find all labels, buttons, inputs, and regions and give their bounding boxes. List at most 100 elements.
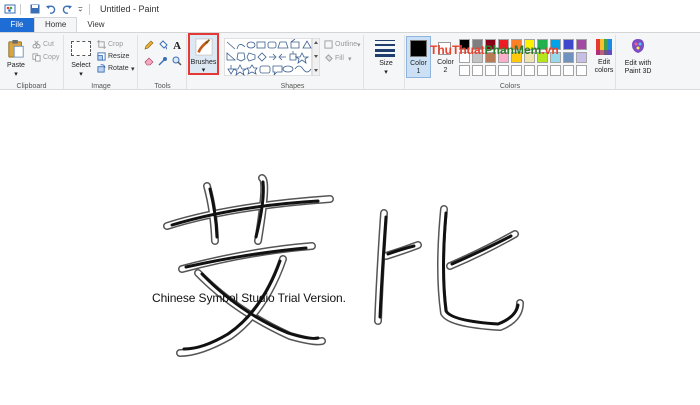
chevron-down-icon: ▾ bbox=[131, 66, 135, 73]
image-group-label: Image bbox=[91, 83, 111, 90]
palette-swatch[interactable] bbox=[563, 39, 574, 50]
tools-group-label: Tools bbox=[154, 83, 171, 90]
color2-label: Color bbox=[437, 59, 454, 66]
select-button[interactable]: Select ▾ bbox=[68, 37, 94, 78]
clipboard-group-label: Clipboard bbox=[16, 83, 47, 90]
shapes-gallery[interactable] bbox=[224, 38, 312, 76]
custom-color-well[interactable] bbox=[550, 65, 561, 76]
brand-part3: .vn bbox=[541, 43, 559, 57]
color1-label: Color bbox=[410, 60, 427, 67]
resize-button[interactable]: Resize bbox=[108, 53, 129, 60]
separator bbox=[89, 3, 90, 15]
shapes-gallery-icons bbox=[226, 39, 312, 76]
separator bbox=[20, 3, 21, 15]
paste-label: Paste bbox=[7, 62, 25, 69]
custom-color-wells bbox=[459, 65, 595, 77]
chevron-down-icon: ▾ bbox=[348, 56, 352, 63]
custom-color-well[interactable] bbox=[537, 65, 548, 76]
edit-with-paint3d-button[interactable]: Edit with Paint 3D bbox=[620, 36, 656, 76]
text-tool-icon[interactable]: A bbox=[172, 39, 183, 50]
size-label: Size bbox=[379, 60, 393, 67]
color1-swatch bbox=[410, 40, 427, 57]
palette-swatch[interactable] bbox=[563, 52, 574, 63]
undo-icon[interactable] bbox=[45, 3, 57, 15]
custom-color-well[interactable] bbox=[576, 65, 587, 76]
trial-watermark-text: Chinese Symbol Studio Trial Version. bbox=[152, 291, 346, 305]
redo-icon[interactable] bbox=[61, 3, 73, 15]
ribbon-tabs: File Home View bbox=[0, 17, 700, 32]
palette-swatch[interactable] bbox=[576, 39, 587, 50]
pencil-icon[interactable] bbox=[144, 40, 154, 50]
paint3d-line1: Edit with bbox=[624, 60, 652, 67]
custom-color-well[interactable] bbox=[563, 65, 574, 76]
shapes-group: Outline ▾ Fill ▾ Shapes bbox=[222, 35, 364, 90]
tab-home[interactable]: Home bbox=[34, 17, 78, 32]
color1-number: 1 bbox=[416, 68, 421, 75]
site-watermark: ThuThuatPhanMem.vn bbox=[430, 43, 559, 57]
brand-part1: ThuThuat bbox=[430, 43, 485, 57]
copy-button[interactable]: Copy bbox=[43, 54, 59, 61]
paste-icon bbox=[8, 40, 24, 58]
image-group: Select ▾ Crop Resize Rotate ▾ Image bbox=[65, 35, 138, 90]
select-rect-icon bbox=[71, 41, 91, 56]
select-label: Select bbox=[71, 62, 91, 69]
custom-color-well[interactable] bbox=[498, 65, 509, 76]
title-bar: Untitled - Paint bbox=[0, 0, 700, 18]
crop-icon[interactable] bbox=[97, 40, 106, 49]
custom-color-well[interactable] bbox=[511, 65, 522, 76]
chevron-down-icon: ▾ bbox=[357, 42, 361, 49]
scroll-arrows-icon[interactable] bbox=[312, 38, 320, 76]
fill-icon[interactable] bbox=[324, 54, 333, 63]
edit-colors-button[interactable]: Edit colors bbox=[591, 36, 617, 78]
color-wheel-icon bbox=[596, 39, 612, 55]
custom-color-well[interactable] bbox=[524, 65, 535, 76]
crop-button[interactable]: Crop bbox=[108, 41, 123, 48]
cut-button[interactable]: Cut bbox=[43, 41, 54, 48]
paste-button[interactable]: Paste ▾ bbox=[4, 37, 28, 78]
window-title: Untitled - Paint bbox=[100, 4, 160, 14]
palette-swatch[interactable] bbox=[576, 52, 587, 63]
drawing-canvas[interactable]: Chinese Symbol Studio Trial Version. bbox=[0, 91, 700, 405]
size-button[interactable]: Size ▾ bbox=[369, 35, 403, 76]
outline-icon[interactable] bbox=[324, 40, 333, 49]
cut-icon[interactable] bbox=[32, 40, 41, 49]
line-size-icon bbox=[375, 40, 395, 57]
paint3d-icon bbox=[632, 39, 644, 53]
chevron-down-icon: ▾ bbox=[14, 71, 18, 78]
shapes-group-label: Shapes bbox=[280, 83, 305, 90]
fill-bucket-icon[interactable] bbox=[158, 40, 168, 50]
tools-group: A Tools bbox=[139, 35, 187, 90]
save-icon[interactable] bbox=[29, 3, 41, 15]
chinese-characters-drawing bbox=[163, 174, 524, 357]
ribbon: Paste ▾ Cut Copy Clipboard Select ▾ Crop… bbox=[0, 32, 700, 90]
brush-icon bbox=[195, 38, 213, 56]
chevron-down-icon: ▾ bbox=[201, 67, 206, 74]
color-picker-icon[interactable] bbox=[158, 56, 168, 66]
paint-app-icon bbox=[4, 4, 16, 14]
rotate-icon[interactable] bbox=[97, 64, 106, 73]
eraser-icon[interactable] bbox=[144, 56, 154, 66]
copy-icon[interactable] bbox=[32, 53, 41, 62]
chevron-down-icon: ▾ bbox=[384, 69, 388, 76]
custom-color-well[interactable] bbox=[472, 65, 483, 76]
custom-color-well[interactable] bbox=[459, 65, 470, 76]
tab-view[interactable]: View bbox=[77, 18, 114, 32]
brushes-label: Brushes bbox=[190, 59, 217, 66]
chevron-down-icon: ▾ bbox=[79, 71, 83, 78]
rotate-button[interactable]: Rotate bbox=[108, 65, 129, 72]
outline-button[interactable]: Outline bbox=[335, 41, 357, 48]
brand-part2: PhanMem bbox=[484, 43, 542, 57]
magnifier-icon[interactable] bbox=[172, 56, 182, 66]
paint3d-line2: Paint 3D bbox=[624, 68, 652, 75]
custom-color-well[interactable] bbox=[485, 65, 496, 76]
edit-colors-line2: colors bbox=[594, 67, 614, 74]
svg-text:A: A bbox=[173, 40, 181, 50]
colors-group-label: Colors bbox=[499, 83, 521, 90]
brushes-button[interactable]: Brushes ▾ bbox=[188, 33, 219, 75]
color1-button[interactable]: Color 1 bbox=[406, 36, 431, 78]
tab-file[interactable]: File bbox=[0, 18, 34, 32]
resize-icon[interactable] bbox=[97, 52, 106, 61]
customize-toolbar-icon[interactable] bbox=[77, 3, 85, 15]
clipboard-group: Paste ▾ Cut Copy Clipboard bbox=[0, 35, 64, 90]
fill-button[interactable]: Fill bbox=[335, 55, 344, 62]
